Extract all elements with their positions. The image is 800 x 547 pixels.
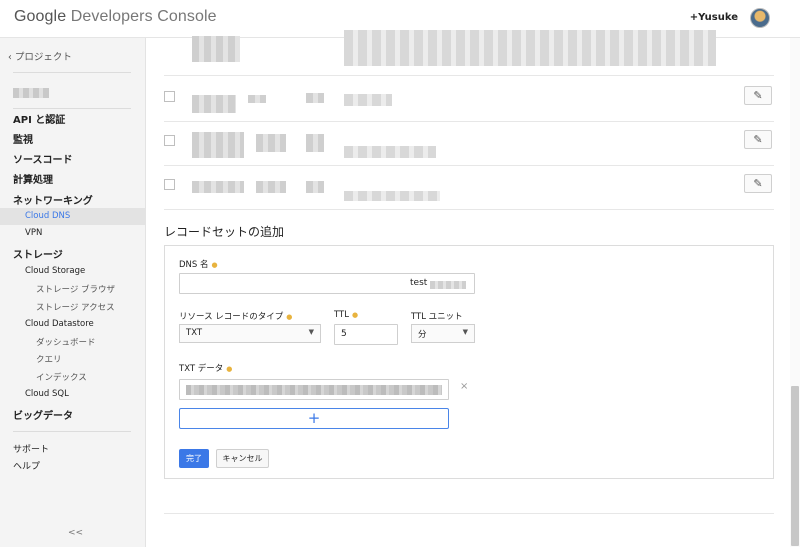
required-indicator-icon: ● <box>286 313 293 321</box>
back-label: プロジェクト <box>14 52 72 63</box>
redacted-cell <box>306 134 324 152</box>
sidebar-item-indexes[interactable]: インデックス <box>36 371 87 383</box>
scrollbar-thumb[interactable] <box>791 386 799 546</box>
app-logo[interactable]: Google Developers Console <box>14 8 217 26</box>
caret-down-icon: ▼ <box>308 328 314 336</box>
table-row <box>164 30 774 76</box>
sidebar-item-cloud-sql[interactable]: Cloud SQL <box>25 389 69 399</box>
pencil-icon: ✎ <box>753 89 763 102</box>
redacted-cell <box>192 95 236 113</box>
pencil-icon: ✎ <box>753 133 763 146</box>
chevron-left-icon: ‹ <box>8 52 12 63</box>
redacted-cell <box>306 93 324 103</box>
project-name-redacted <box>13 88 49 98</box>
required-indicator-icon: ● <box>226 365 233 373</box>
add-item-button[interactable]: + <box>179 408 449 429</box>
txt-data-label: TXT データ ● <box>179 364 233 374</box>
cancel-button[interactable]: キャンセル <box>216 449 269 468</box>
row-checkbox[interactable] <box>164 179 175 190</box>
table-row: ✎ <box>164 78 774 122</box>
sidebar-item-cloud-storage[interactable]: Cloud Storage <box>25 266 85 276</box>
ttl-unit-label: TTL ユニット <box>411 312 463 322</box>
redacted-txt-value <box>186 385 442 395</box>
divider <box>164 513 774 514</box>
logo-product: Developers Console <box>70 8 217 25</box>
redacted-cell <box>256 181 286 193</box>
back-to-projects-link[interactable]: ‹ プロジェクト <box>8 49 72 63</box>
redacted-cell <box>344 191 440 201</box>
redacted-cell <box>248 95 266 103</box>
sidebar-item-help[interactable]: ヘルプ <box>13 459 40 472</box>
redacted-cell <box>344 94 392 106</box>
scrollbar[interactable] <box>790 38 800 547</box>
redacted-cell <box>306 181 324 193</box>
redacted-domain <box>430 281 466 289</box>
redacted-cell <box>192 36 240 62</box>
ttl-field[interactable]: 5 <box>334 324 398 345</box>
sidebar-item-storage-access[interactable]: ストレージ アクセス <box>36 301 115 313</box>
sidebar-item-support[interactable]: サポート <box>13 442 49 455</box>
ttl-unit-select[interactable]: 分 ▼ <box>411 324 475 343</box>
redacted-cell <box>344 146 436 158</box>
done-button[interactable]: 完了 <box>179 449 209 468</box>
sidebar-item-cloud-datastore[interactable]: Cloud Datastore <box>25 319 94 329</box>
sidebar-item-storage-browser[interactable]: ストレージ ブラウザ <box>36 283 115 295</box>
pencil-icon: ✎ <box>753 177 763 190</box>
row-checkbox[interactable] <box>164 91 175 102</box>
redacted-cell <box>192 132 244 158</box>
ttl-value: 5 <box>341 329 347 339</box>
dns-name-label: DNS 名 ● <box>179 260 218 270</box>
edit-button[interactable]: ✎ <box>744 86 772 105</box>
redacted-cell <box>344 30 716 66</box>
sidebar-item-storage[interactable]: ストレージ <box>13 246 63 261</box>
avatar[interactable] <box>750 8 770 28</box>
edit-button[interactable]: ✎ <box>744 174 772 193</box>
dns-name-field[interactable]: test <box>179 273 475 294</box>
ttl-label: TTL ● <box>334 310 359 320</box>
record-type-label: リソース レコードのタイプ ● <box>179 312 293 322</box>
caret-down-icon: ▼ <box>462 328 468 336</box>
main-content: ✎ ✎ ✎ レコードセットの追加 DNS 名 ● test リソース レコードのタ… <box>146 30 790 547</box>
add-record-set-form: DNS 名 ● test リソース レコードのタイプ ● TXT ▼ TTL ● 5 … <box>164 245 774 479</box>
sidebar-item-dashboard[interactable]: ダッシュボード <box>36 336 96 348</box>
user-name[interactable]: +Yusuke <box>690 12 738 23</box>
row-checkbox[interactable] <box>164 135 175 146</box>
sidebar: ‹ プロジェクト API と認証 監視 ソースコード 計算処理 ネットワーキング… <box>0 38 146 547</box>
required-indicator-icon: ● <box>351 311 359 319</box>
record-type-value: TXT <box>186 328 203 338</box>
section-title: レコードセットの追加 <box>164 225 285 239</box>
sidebar-item-api-auth[interactable]: API と認証 <box>13 111 65 126</box>
divider <box>13 431 131 432</box>
sidebar-item-cloud-dns[interactable]: Cloud DNS <box>25 211 70 221</box>
table-row: ✎ <box>164 166 774 210</box>
redacted-cell <box>256 134 286 152</box>
sidebar-item-vpn[interactable]: VPN <box>25 228 42 238</box>
required-indicator-icon: ● <box>211 261 218 269</box>
record-type-select[interactable]: TXT ▼ <box>179 324 321 343</box>
sidebar-item-networking[interactable]: ネットワーキング <box>13 192 93 207</box>
plus-icon: + <box>307 409 321 427</box>
edit-button[interactable]: ✎ <box>744 130 772 149</box>
sidebar-item-query[interactable]: クエリ <box>36 353 62 365</box>
sidebar-item-monitoring[interactable]: 監視 <box>13 131 33 146</box>
active-item-highlight <box>0 208 146 225</box>
redacted-cell <box>192 181 244 193</box>
divider <box>13 72 131 73</box>
table-row: ✎ <box>164 122 774 166</box>
remove-icon[interactable]: × <box>460 381 468 392</box>
ttl-unit-value: 分 <box>418 330 427 340</box>
txt-data-field[interactable] <box>179 379 449 400</box>
dns-name-value: test <box>410 278 428 288</box>
logo-brand: Google <box>14 8 67 25</box>
sidebar-item-bigdata[interactable]: ビッグデータ <box>13 407 73 422</box>
sidebar-item-source-code[interactable]: ソースコード <box>13 151 73 166</box>
divider <box>13 108 131 109</box>
sidebar-item-compute[interactable]: 計算処理 <box>13 171 53 186</box>
collapse-sidebar-button[interactable]: << <box>68 528 83 538</box>
